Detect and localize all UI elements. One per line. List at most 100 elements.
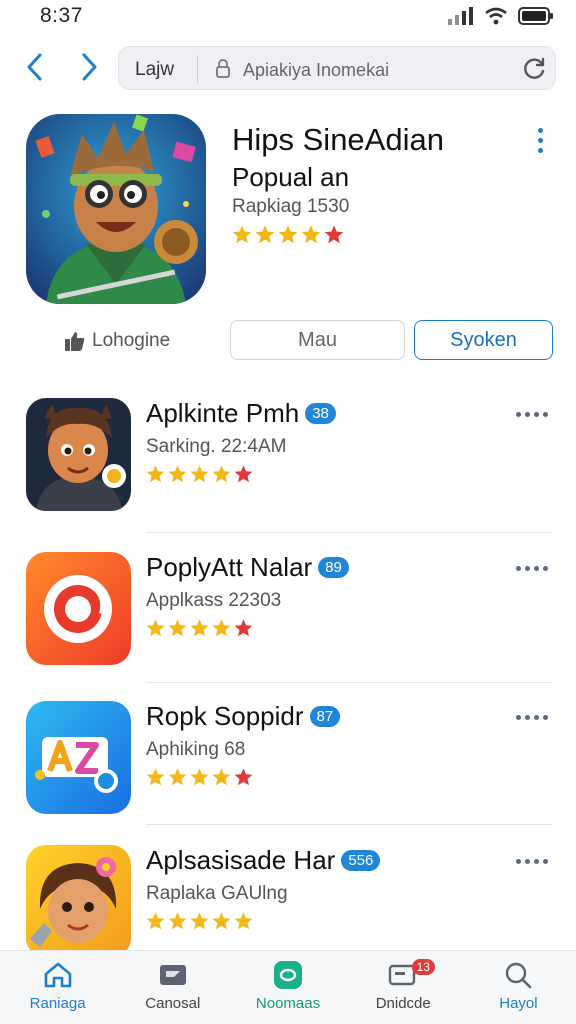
more-options-button[interactable]: [516, 566, 548, 571]
count-badge: 89: [318, 557, 349, 578]
tab-messages[interactable]: 13 Dnidcde: [346, 951, 461, 1024]
app-name: Aplsasisade Har 556: [146, 845, 381, 876]
star-icon: [146, 619, 165, 637]
app-icon-az: [26, 701, 131, 814]
status-bar: 8:37: [0, 0, 576, 34]
hero-app-icon[interactable]: [26, 114, 206, 304]
star-icon: [212, 465, 231, 483]
star-icon: [168, 465, 187, 483]
more-dot: [543, 715, 548, 720]
battery-icon: [518, 7, 553, 25]
more-dot: [525, 859, 530, 864]
tab-label: Hayol: [499, 995, 538, 1012]
more-dot: [543, 859, 548, 864]
app-rating-stars: [145, 618, 254, 639]
list-item[interactable]: PoplyAtt Nalar 89 Applkass 22303: [0, 552, 576, 682]
tab-label: Canosal: [145, 995, 201, 1012]
forward-button[interactable]: [74, 52, 104, 82]
app-name-text: PoplyAtt Nalar: [146, 552, 313, 582]
app-meta: Raplaka GAUlng: [146, 883, 288, 904]
star-icon: [168, 768, 187, 786]
home-icon: [44, 962, 71, 988]
tab-flag[interactable]: Canosal: [115, 951, 230, 1024]
thumbs-up-icon: [65, 332, 85, 351]
wifi-icon: [485, 7, 507, 25]
more-dot: [543, 566, 548, 571]
list-item[interactable]: Aplkinte Pmh 38 Sarking. 22:4AM: [0, 398, 576, 528]
url-text: Apiakiya Inomekai: [243, 60, 390, 80]
hero-app-meta: Rapkiag 1530: [232, 196, 350, 217]
reload-button[interactable]: [521, 56, 547, 87]
app-name-text: Ropk Soppidr: [146, 701, 304, 731]
notification-badge: 13: [411, 959, 435, 975]
app-icon-ring: [26, 552, 131, 665]
forward-icon: [82, 53, 97, 81]
half-star-icon: [234, 768, 253, 786]
url-bar[interactable]: Lajw Apiakiya Inomekai: [118, 46, 556, 90]
star-icon: [146, 465, 165, 483]
app-rating-stars: [145, 767, 254, 788]
app-meta: Sarking. 22:4AM: [146, 436, 287, 457]
signal-icon: [448, 7, 473, 25]
hero-app-subtitle: Popual an: [232, 162, 350, 192]
tab-home[interactable]: Raniaga: [0, 951, 115, 1024]
tab-bar: Raniaga Canosal Noomaas 13 Dnidcde Hayol: [0, 950, 576, 1024]
status-icons: [448, 7, 554, 25]
circle-app-icon: [274, 961, 302, 989]
count-badge: 87: [309, 706, 341, 727]
more-options-button[interactable]: [516, 715, 548, 720]
browser-nav: Lajw Apiakiya Inomekai: [0, 44, 576, 92]
kebab-dot: [538, 128, 543, 133]
count-badge: 556: [341, 850, 381, 871]
more-dot: [525, 566, 530, 571]
more-dot: [516, 566, 521, 571]
star-icon: [255, 225, 275, 244]
star-icon: [278, 225, 298, 244]
lock-icon: [216, 59, 230, 78]
like-button[interactable]: Lohogine: [64, 330, 170, 352]
url-divider: [197, 55, 198, 83]
star-icon: [168, 619, 187, 637]
half-star-icon: [324, 225, 344, 244]
more-options-button[interactable]: [516, 412, 548, 417]
half-star-icon: [234, 619, 253, 637]
list-item[interactable]: Ropk Soppidr 87 Aphiking 68: [0, 701, 576, 831]
more-dot: [543, 412, 548, 417]
star-icon: [190, 912, 209, 930]
more-options-button[interactable]: [516, 859, 548, 864]
like-label: Lohogine: [92, 330, 171, 351]
star-icon: [168, 912, 187, 930]
app-name-text: Aplkinte Pmh: [146, 398, 300, 428]
tab-apps[interactable]: Noomaas: [230, 951, 345, 1024]
flag-icon: [159, 965, 186, 985]
app-rating-stars: [145, 911, 254, 932]
hero-rating-stars: [231, 224, 345, 246]
tab-search[interactable]: Hayol: [461, 951, 576, 1024]
hero-more-button[interactable]: [538, 128, 543, 153]
status-time: 8:37: [40, 4, 83, 27]
app-icon-girl: [26, 845, 131, 958]
back-button[interactable]: [20, 52, 50, 82]
more-dot: [534, 412, 539, 417]
primary-button[interactable]: Syoken: [414, 320, 553, 360]
count-badge: 38: [305, 403, 336, 424]
secondary-button[interactable]: Mau: [230, 320, 405, 360]
more-dot: [516, 715, 521, 720]
divider: [146, 532, 553, 533]
app-name-text: Aplsasisade Har: [146, 845, 336, 875]
star-icon: [146, 768, 165, 786]
star-icon: [234, 912, 253, 930]
star-icon: [232, 225, 252, 244]
app-meta: Applkass 22303: [146, 590, 282, 611]
divider: [146, 824, 553, 825]
more-dot: [534, 566, 539, 571]
more-dot: [525, 715, 530, 720]
tab-label: Raniaga: [29, 995, 86, 1012]
app-name: Ropk Soppidr 87: [146, 701, 341, 732]
app-rating-stars: [145, 464, 254, 485]
app-icon-character: [26, 398, 131, 511]
app-name: PoplyAtt Nalar 89: [146, 552, 349, 583]
star-icon: [212, 912, 231, 930]
more-dot: [534, 715, 539, 720]
kebab-dot: [538, 148, 543, 153]
